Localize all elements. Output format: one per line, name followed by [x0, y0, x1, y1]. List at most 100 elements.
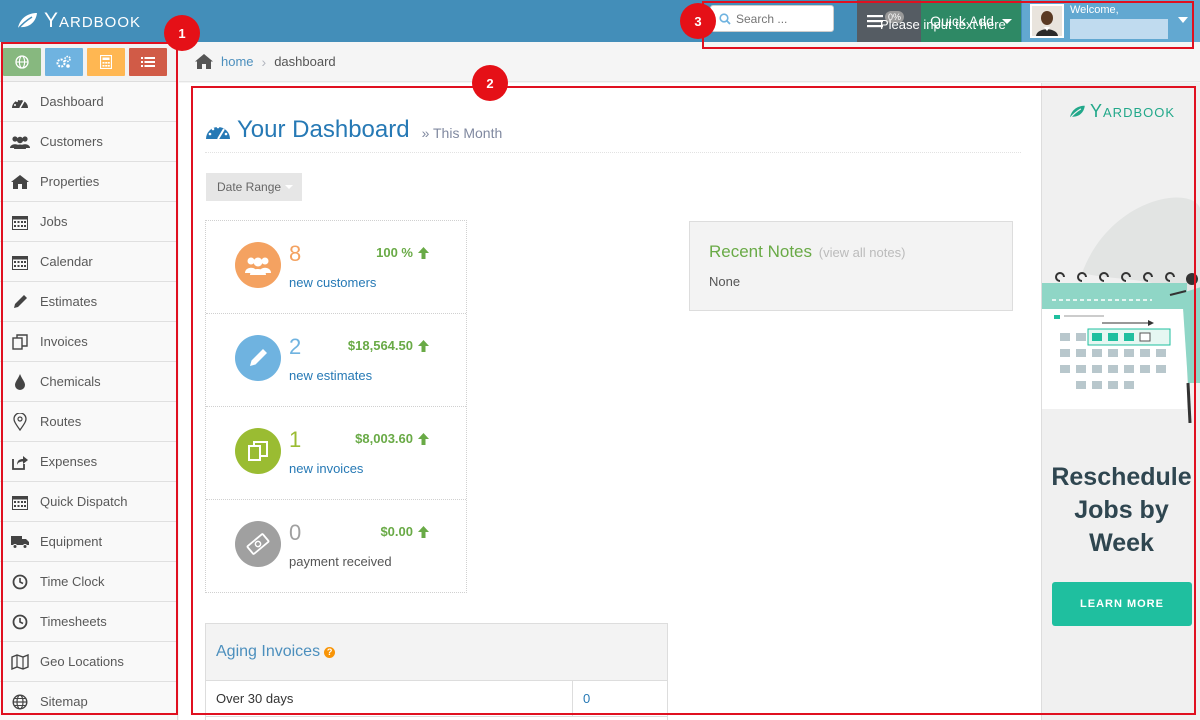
- sidebar-shortcuts: [0, 42, 177, 82]
- avatar: [1030, 4, 1064, 38]
- sidebar-item-label: Quick Dispatch: [40, 494, 128, 509]
- home-icon: [195, 54, 213, 69]
- sidebar-item-geo-locations[interactable]: Geo Locations: [0, 642, 177, 682]
- stat-icon-circle: [235, 428, 281, 474]
- aging-invoices-panel: Aging Invoices ? Over 30 days 0: [205, 623, 668, 720]
- ad-title-line: Reschedule: [1051, 463, 1192, 491]
- sidebar-item-label: Invoices: [40, 334, 88, 349]
- stat-payment-received: 0 payment received $0.00: [206, 500, 466, 593]
- sidebar-item-properties[interactable]: Properties: [0, 162, 177, 202]
- page-title: Your Dashboard: [237, 116, 410, 143]
- home-icon: [10, 172, 30, 192]
- calendar-icon: [10, 252, 30, 272]
- stat-label: payment received: [289, 554, 392, 569]
- cogs-icon: [56, 55, 71, 68]
- sidebar-item-jobs[interactable]: Jobs: [0, 202, 177, 242]
- sidebar-item-label: Jobs: [40, 214, 68, 229]
- breadcrumb: home › dashboard: [179, 42, 1200, 82]
- date-range-button[interactable]: Date Range: [206, 173, 302, 201]
- sidebar-item-chemicals[interactable]: Chemicals: [0, 362, 177, 402]
- ad-title: Reschedule Jobs by Week: [1042, 461, 1200, 560]
- search-input[interactable]: [736, 11, 826, 26]
- leaf-icon: [17, 13, 37, 30]
- copy-icon: [248, 441, 268, 461]
- sidebar-item-estimates[interactable]: Estimates: [0, 282, 177, 322]
- stat-value-text: $8,003.60: [355, 431, 413, 446]
- stat-count: 1: [289, 427, 302, 452]
- shortcut-globe-button[interactable]: [3, 47, 41, 76]
- leaf-icon: [1069, 105, 1085, 119]
- chevron-down-icon: [1178, 17, 1188, 23]
- sidebar-item-calendar[interactable]: Calendar: [0, 242, 177, 282]
- stat-icon-circle: [235, 242, 281, 288]
- yardbook-logo[interactable]: Yardbook: [16, 6, 141, 36]
- recent-notes-panel: Recent Notes (view all notes) None: [689, 221, 1013, 311]
- shortcut-calculator-button[interactable]: [87, 47, 125, 76]
- sidebar-item-invoices[interactable]: Invoices: [0, 322, 177, 362]
- sidebar: Dashboard Customers Properties Jobs Cale…: [0, 42, 178, 720]
- sidebar-item-label: Routes: [40, 414, 82, 429]
- sidebar-item-dashboard[interactable]: Dashboard: [0, 82, 177, 122]
- sidebar-item-label: Chemicals: [40, 374, 101, 389]
- view-all-notes-link[interactable]: (view all notes): [819, 245, 906, 260]
- stat-count: 8: [289, 241, 302, 266]
- clock-icon: [10, 572, 30, 592]
- map-icon: [10, 652, 30, 672]
- annotation-marker: 1: [164, 15, 200, 51]
- sidebar-item-timesheets[interactable]: Timesheets: [0, 602, 177, 642]
- sidebar-item-expenses[interactable]: Expenses: [0, 442, 177, 482]
- calendar-icon: [10, 492, 30, 512]
- truck-icon: [10, 532, 30, 552]
- calendar-icon: [10, 212, 30, 232]
- aging-invoices-title: Aging Invoices: [216, 643, 321, 660]
- stat-label-link[interactable]: new estimates: [289, 368, 372, 383]
- copy-icon: [10, 332, 30, 352]
- shortcut-list-button[interactable]: [129, 47, 167, 76]
- aging-row-value-link[interactable]: 0: [573, 691, 590, 706]
- aging-invoices-header: Aging Invoices ?: [206, 624, 667, 681]
- sidebar-item-quick-dispatch[interactable]: Quick Dispatch: [0, 482, 177, 522]
- ad-banner[interactable]: Yardbook Reschedule Jobs by Week LEARN M…: [1041, 83, 1200, 720]
- learn-more-button[interactable]: LEARN MORE: [1052, 582, 1192, 626]
- ad-logo-text: Yardbook: [1090, 101, 1176, 121]
- shortcut-cogs-button[interactable]: [45, 47, 83, 76]
- sidebar-item-label: Calendar: [40, 254, 93, 269]
- stat-icon-circle: [235, 335, 281, 381]
- date-range-label: Date Range: [217, 180, 282, 194]
- stat-new-estimates: 2 new estimates $18,564.50: [206, 314, 466, 407]
- ad-title-line: Week: [1089, 529, 1154, 557]
- sidebar-item-equipment[interactable]: Equipment: [0, 522, 177, 562]
- sidebar-item-routes[interactable]: Routes: [0, 402, 177, 442]
- search-box[interactable]: [710, 5, 834, 32]
- tachometer-icon: [206, 125, 230, 140]
- stat-label-link[interactable]: new customers: [289, 275, 376, 290]
- stat-label-link[interactable]: new invoices: [289, 461, 363, 476]
- user-avatar-icon: [1032, 6, 1062, 36]
- arrow-up-icon: [418, 246, 429, 259]
- sidebar-item-label: Geo Locations: [40, 654, 124, 669]
- ad-title-line: Jobs by: [1074, 496, 1169, 524]
- stat-value: 100 %: [376, 245, 429, 260]
- stat-count: 0: [289, 520, 302, 545]
- breadcrumb-home-link[interactable]: home: [221, 54, 254, 69]
- sidebar-item-sitemap[interactable]: Sitemap: [0, 682, 177, 720]
- money-icon: [246, 533, 270, 555]
- sidebar-item-label: Sitemap: [40, 694, 88, 709]
- calculator-icon: [100, 54, 112, 69]
- stat-value: $18,564.50: [348, 338, 429, 353]
- breadcrumb-separator-icon: ›: [261, 53, 267, 70]
- users-icon: [10, 132, 30, 152]
- help-icon[interactable]: ?: [324, 646, 336, 658]
- sidebar-item-time-clock[interactable]: Time Clock: [0, 562, 177, 602]
- stats-panel: 8 new customers 100 % 2 new estimates $1…: [205, 220, 467, 593]
- sidebar-item-customers[interactable]: Customers: [0, 122, 177, 162]
- map-marker-icon: [10, 412, 30, 432]
- stat-value: $8,003.60: [355, 431, 429, 446]
- arrow-up-icon: [418, 432, 429, 445]
- tint-icon: [10, 372, 30, 392]
- list-icon: [141, 56, 155, 67]
- user-menu[interactable]: Welcome,: [1022, 0, 1200, 42]
- stat-value-text: $18,564.50: [347, 338, 413, 353]
- stat-count: 2: [289, 334, 302, 359]
- welcome-text: Welcome,: [1070, 3, 1119, 16]
